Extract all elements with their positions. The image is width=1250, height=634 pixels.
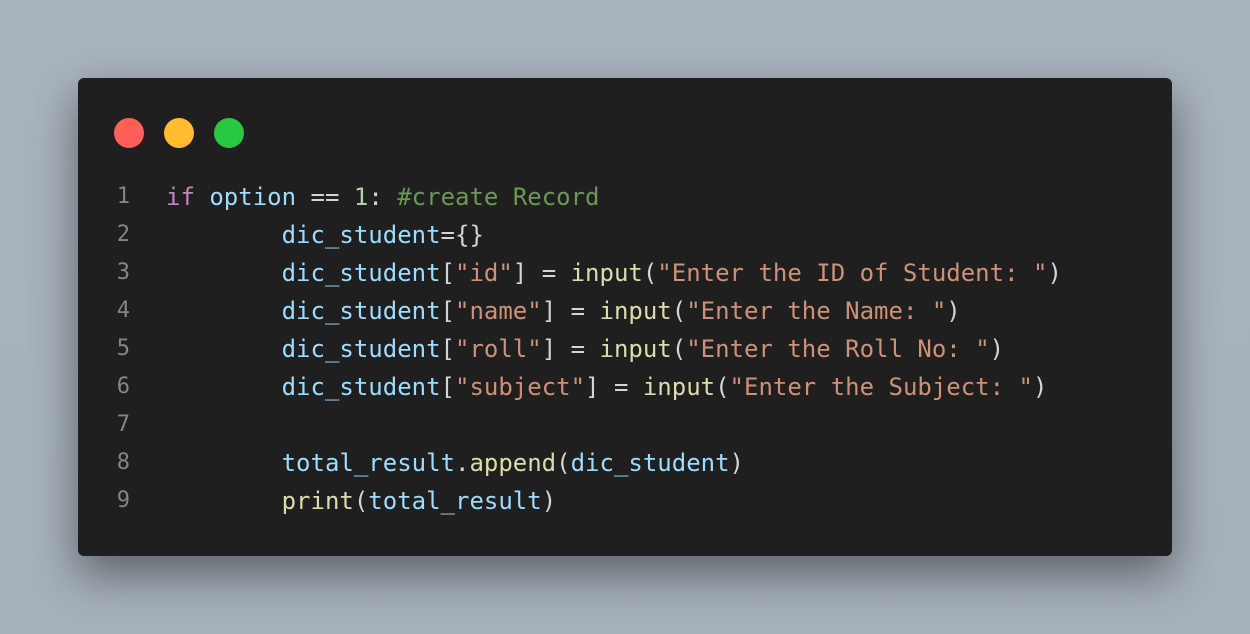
code-token: "Enter the Name: " xyxy=(686,297,947,325)
code-token: if xyxy=(166,183,195,211)
code-token: total_result xyxy=(368,487,542,515)
line-number: 7 xyxy=(116,412,130,437)
code-token: "Enter the Subject: " xyxy=(729,373,1033,401)
code-token: "Enter the ID of Student: " xyxy=(657,259,1048,287)
code-text: dic_student["name"] = input("Enter the N… xyxy=(166,292,961,330)
code-token: dic_student xyxy=(281,259,441,287)
line-number: 3 xyxy=(116,260,130,285)
code-line: 3 dic_student["id"] = input("Enter the I… xyxy=(78,254,1172,292)
code-line: 5 dic_student["roll"] = input("Enter the… xyxy=(78,330,1172,368)
line-number: 2 xyxy=(116,222,130,247)
code-token: ] = xyxy=(541,297,600,325)
code-token: ( xyxy=(671,297,687,325)
code-token: print xyxy=(281,487,354,515)
code-token: dic_student xyxy=(281,373,441,401)
window-controls xyxy=(114,118,244,148)
code-token: 1 xyxy=(353,183,369,211)
code-text: dic_student["subject"] = input("Enter th… xyxy=(166,368,1048,406)
code-token: "name" xyxy=(455,297,542,325)
code-token: dic_student xyxy=(281,221,441,249)
code-text: if option == 1: #create Record xyxy=(166,178,600,216)
code-token: [ xyxy=(440,335,455,363)
code-token: input xyxy=(570,259,643,287)
code-token: "id" xyxy=(455,259,513,287)
code-line: 4 dic_student["name"] = input("Enter the… xyxy=(78,292,1172,330)
code-token: ( xyxy=(642,259,658,287)
code-token: : xyxy=(368,183,398,211)
code-token: dic_student xyxy=(281,297,441,325)
code-line: 8 total_result.append(dic_student) xyxy=(78,444,1172,482)
line-number: 8 xyxy=(116,450,130,475)
code-token: [ xyxy=(440,373,455,401)
line-number: 4 xyxy=(116,298,130,323)
code-line: 1 if option == 1: #create Record xyxy=(78,178,1172,216)
code-text: total_result.append(dic_student) xyxy=(166,444,744,482)
code-token: == xyxy=(296,183,354,211)
code-line: 9 print(total_result) xyxy=(78,482,1172,520)
code-token: ( xyxy=(715,373,730,401)
line-number: 1 xyxy=(116,184,130,209)
code-text: print(total_result) xyxy=(166,482,557,520)
code-line: 2 dic_student={} xyxy=(78,216,1172,254)
code-line: 7 xyxy=(78,406,1172,444)
code-token: ) xyxy=(946,297,961,325)
code-token: input xyxy=(642,373,716,401)
maximize-dot-icon[interactable] xyxy=(214,118,244,148)
code-token: ] = xyxy=(585,373,643,401)
line-number: 5 xyxy=(116,336,130,361)
code-token: input xyxy=(599,297,672,325)
code-token: ( xyxy=(671,335,687,363)
code-token: option xyxy=(209,183,297,211)
code-token: [ xyxy=(440,297,455,325)
code-token: #create Record xyxy=(397,183,600,211)
line-number: 6 xyxy=(116,374,130,399)
minimize-dot-icon[interactable] xyxy=(164,118,194,148)
code-token: "Enter the Roll No: " xyxy=(686,335,990,363)
code-token: total_result xyxy=(281,449,455,477)
code-token: append xyxy=(469,449,557,477)
code-token: ( xyxy=(353,487,369,515)
code-token: dic_student xyxy=(570,449,730,477)
code-token: "roll" xyxy=(455,335,542,363)
code-token: [ xyxy=(440,259,455,287)
code-token: ] = xyxy=(541,335,600,363)
line-number: 9 xyxy=(116,488,130,513)
code-token: ) xyxy=(989,335,1005,363)
code-text: dic_student={} xyxy=(166,216,484,254)
code-token: ) xyxy=(1047,259,1062,287)
code-token: ) xyxy=(729,449,744,477)
code-token: ) xyxy=(541,487,557,515)
code-block: 1 if option == 1: #create Record 2 dic_stu… xyxy=(78,178,1172,520)
code-token: ( xyxy=(556,449,571,477)
close-dot-icon[interactable] xyxy=(114,118,144,148)
code-line: 6 dic_student["subject"] = input("Enter … xyxy=(78,368,1172,406)
code-token: ] = xyxy=(512,259,571,287)
code-text: dic_student["roll"] = input("Enter the R… xyxy=(166,330,1005,368)
code-text: dic_student["id"] = input("Enter the ID … xyxy=(166,254,1062,292)
code-token: dic_student xyxy=(281,335,441,363)
code-token: "subject" xyxy=(455,373,586,401)
code-token: ) xyxy=(1032,373,1048,401)
code-window: 1 if option == 1: #create Record 2 dic_stu… xyxy=(78,78,1172,556)
code-token: ={} xyxy=(440,221,484,249)
code-token: input xyxy=(599,335,672,363)
code-token: . xyxy=(454,449,470,477)
